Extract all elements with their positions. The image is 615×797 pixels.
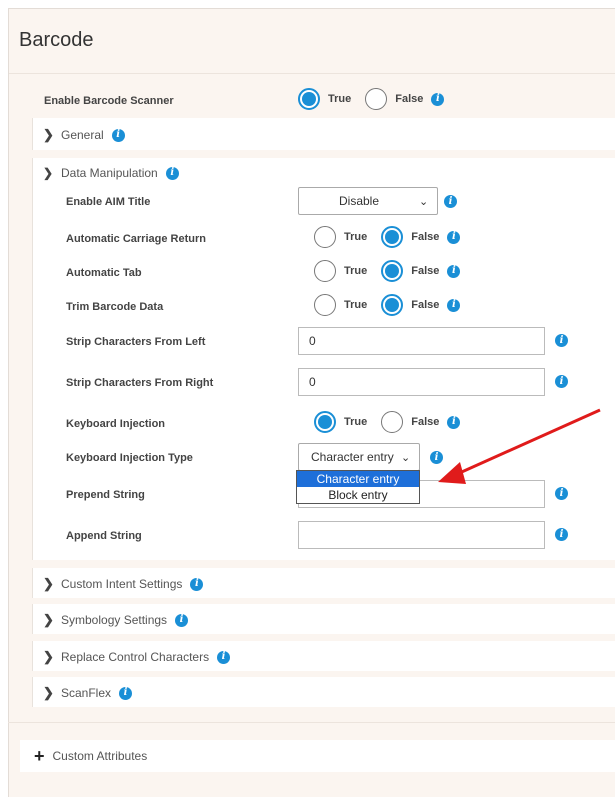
trim-label: Trim Barcode Data: [66, 301, 164, 313]
chevron-right-icon: ❯: [43, 576, 54, 591]
append-label: Append String: [66, 530, 142, 542]
enable-scanner-false-radio[interactable]: [365, 88, 388, 110]
auto-tab-label: Automatic Tab: [66, 267, 142, 279]
radio-label-true: True: [344, 416, 368, 428]
keyboard-injection-label: Keyboard Injection: [66, 418, 166, 430]
aim-title-value: Disable: [338, 194, 380, 208]
divider: [9, 73, 615, 74]
info-icon[interactable]: i: [555, 528, 568, 541]
info-icon[interactable]: i: [447, 298, 461, 312]
aim-title-select[interactable]: Disable ⌄: [298, 187, 438, 215]
info-icon[interactable]: i: [444, 195, 457, 208]
keyboard-injection-radio-group: True False i: [314, 411, 461, 433]
radio-label-false: False: [395, 93, 424, 105]
auto-tab-false-radio[interactable]: [381, 260, 404, 282]
panel-title: Barcode: [19, 29, 94, 51]
carriage-return-false-radio[interactable]: [381, 226, 404, 248]
keyboard-injection-false-radio[interactable]: [381, 411, 404, 433]
radio-label-true: True: [328, 93, 352, 105]
info-icon[interactable]: i: [111, 128, 125, 142]
injection-type-dropdown: Character entry Block entry: [296, 470, 420, 504]
aim-title-label: Enable AIM Title: [66, 196, 151, 208]
chevron-right-icon: ❯: [43, 127, 54, 142]
info-icon[interactable]: i: [555, 375, 568, 388]
append-input[interactable]: [298, 521, 545, 549]
injection-type-value: Character entry: [311, 450, 394, 464]
chevron-down-icon: ⌄: [401, 451, 411, 464]
dropdown-option-block-entry[interactable]: Block entry: [297, 487, 419, 503]
info-icon[interactable]: i: [190, 577, 204, 591]
strip-right-input[interactable]: 0: [298, 368, 545, 396]
auto-tab-radio-group: True False i: [314, 260, 461, 282]
strip-right-label: Strip Characters From Right: [66, 377, 214, 389]
info-icon[interactable]: i: [555, 487, 568, 500]
section-symbology[interactable]: ❯ Symbology Settings i: [32, 604, 615, 634]
chevron-right-icon: ❯: [43, 649, 54, 664]
section-scanflex-label: ScanFlex: [61, 686, 112, 700]
info-icon[interactable]: i: [119, 686, 133, 700]
trim-radio-group: True False i: [314, 294, 461, 316]
chevron-right-icon: ❯: [43, 612, 54, 627]
keyboard-injection-true-radio[interactable]: [314, 411, 336, 433]
section-custom-intent[interactable]: ❯ Custom Intent Settings i: [32, 568, 615, 598]
section-replace-control[interactable]: ❯ Replace Control Characters i: [32, 641, 615, 671]
radio-label-false: False: [411, 265, 440, 277]
divider: [8, 722, 615, 723]
injection-type-label: Keyboard Injection Type: [66, 452, 193, 464]
dropdown-option-character-entry[interactable]: Character entry: [297, 471, 419, 487]
strip-left-input[interactable]: 0: [298, 327, 545, 355]
enable-scanner-radio-group: True False i: [298, 88, 445, 110]
carriage-return-label: Automatic Carriage Return: [66, 233, 206, 245]
info-icon[interactable]: i: [175, 613, 189, 627]
auto-tab-true-radio[interactable]: [314, 260, 336, 282]
radio-label-true: True: [344, 299, 368, 311]
injection-type-select[interactable]: Character entry ⌄: [298, 443, 420, 471]
info-icon[interactable]: i: [165, 166, 179, 180]
section-replace-control-label: Replace Control Characters: [61, 650, 210, 664]
info-icon[interactable]: i: [447, 230, 461, 244]
custom-attributes-button[interactable]: + Custom Attributes: [20, 740, 615, 772]
info-icon[interactable]: i: [555, 334, 568, 347]
radio-label-false: False: [411, 416, 440, 428]
radio-label-true: True: [344, 231, 368, 243]
info-icon[interactable]: i: [447, 264, 461, 278]
section-symbology-label: Symbology Settings: [61, 613, 168, 627]
section-custom-intent-label: Custom Intent Settings: [61, 577, 183, 591]
info-icon[interactable]: i: [430, 451, 443, 464]
chevron-right-icon: ❯: [43, 685, 54, 700]
carriage-return-radio-group: True False i: [314, 226, 461, 248]
enable-scanner-label: Enable Barcode Scanner: [44, 95, 174, 107]
section-scanflex[interactable]: ❯ ScanFlex i: [32, 677, 615, 707]
strip-left-label: Strip Characters From Left: [66, 336, 206, 348]
trim-true-radio[interactable]: [314, 294, 336, 316]
trim-false-radio[interactable]: [381, 294, 404, 316]
prepend-label: Prepend String: [66, 489, 145, 501]
section-data-manipulation-label[interactable]: Data Manipulation: [61, 166, 158, 180]
section-general[interactable]: ❯ General i: [32, 118, 615, 150]
radio-label-false: False: [411, 299, 440, 311]
carriage-return-true-radio[interactable]: [314, 226, 336, 248]
radio-label-true: True: [344, 265, 368, 277]
custom-attributes-label: Custom Attributes: [52, 749, 148, 763]
chevron-down-icon: ⌄: [419, 195, 429, 208]
chevron-down-icon[interactable]: ❯: [43, 166, 57, 180]
enable-scanner-true-radio[interactable]: [298, 88, 320, 110]
plus-icon: +: [34, 746, 45, 766]
info-icon[interactable]: i: [447, 415, 461, 429]
info-icon[interactable]: i: [431, 92, 445, 106]
radio-label-false: False: [411, 231, 440, 243]
info-icon[interactable]: i: [217, 650, 231, 664]
section-general-label: General: [61, 128, 104, 142]
